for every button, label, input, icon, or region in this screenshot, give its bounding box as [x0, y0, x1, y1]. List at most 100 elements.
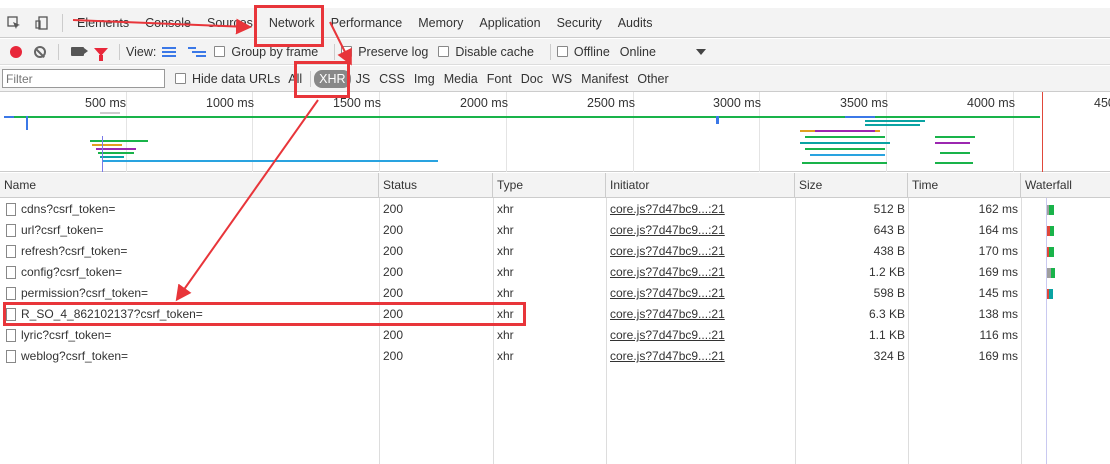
request-type: xhr: [497, 265, 514, 279]
column-header-status[interactable]: Status: [379, 173, 493, 198]
file-icon: [6, 350, 16, 363]
clear-button[interactable]: [28, 41, 52, 63]
filter-toggle-button[interactable]: [89, 41, 113, 63]
request-time: 116 ms: [979, 328, 1018, 342]
tab-audits[interactable]: Audits: [610, 8, 661, 38]
throttling-select[interactable]: Online: [620, 45, 656, 59]
filter-icon: [94, 47, 108, 61]
tab-elements[interactable]: Elements: [69, 8, 137, 38]
overview-bar: [92, 144, 122, 146]
preserve-log-checkbox[interactable]: Preserve log: [341, 45, 428, 59]
overview-bar: [100, 156, 124, 158]
request-initiator[interactable]: core.js?7d47bc9...:21: [610, 325, 790, 346]
timeline-tick: 1000 ms: [206, 96, 254, 110]
tab-performance[interactable]: Performance: [323, 8, 411, 38]
tab-console[interactable]: Console: [137, 8, 199, 38]
overview-bar: [802, 162, 887, 164]
filter-type-media[interactable]: Media: [440, 71, 482, 87]
request-size: 643 B: [873, 223, 905, 237]
column-header-waterfall[interactable]: Waterfall: [1021, 173, 1110, 198]
request-name: lyric?csrf_token=: [21, 328, 112, 342]
overview-bar: [940, 152, 970, 154]
overview-bar: [810, 154, 885, 156]
request-name: url?csrf_token=: [21, 223, 104, 237]
devtools-tab-bar: Elements Console Sources Network Perform…: [0, 8, 1110, 38]
toolbar-separator: [549, 43, 551, 60]
device-toolbar-icon[interactable]: [28, 9, 56, 37]
request-type: xhr: [497, 244, 514, 258]
timeline-tick: 2500 ms: [587, 96, 635, 110]
table-row[interactable]: cdns?csrf_token= 200 xhr core.js?7d47bc9...…: [0, 199, 1110, 220]
hide-data-urls-label: Hide data URLs: [192, 71, 281, 86]
request-type: xhr: [497, 349, 514, 363]
view-label: View:: [126, 44, 157, 59]
inspect-element-icon[interactable]: [0, 9, 28, 37]
request-name: refresh?csrf_token=: [21, 244, 128, 258]
table-row[interactable]: weblog?csrf_token= 200 xhr core.js?7d47bc9.…: [0, 346, 1110, 367]
overview-bar: [716, 116, 719, 124]
filter-type-img[interactable]: Img: [410, 71, 439, 87]
request-initiator[interactable]: core.js?7d47bc9...:21: [610, 262, 790, 283]
table-row[interactable]: permission?csrf_token= 200 xhr core.js?7d47…: [0, 283, 1110, 304]
request-size: 438 B: [873, 244, 905, 258]
request-type: xhr: [497, 286, 514, 300]
table-row[interactable]: url?csrf_token= 200 xhr core.js?7d47bc9...:…: [0, 220, 1110, 241]
toolbar-separator: [334, 43, 336, 60]
throttling-dropdown-icon[interactable]: [695, 48, 706, 55]
hide-data-urls-checkbox[interactable]: Hide data URLs: [175, 72, 280, 86]
request-initiator[interactable]: core.js?7d47bc9...:21: [610, 283, 790, 304]
request-size: 512 B: [873, 202, 905, 216]
column-header-name[interactable]: Name: [0, 173, 379, 198]
request-time: 169 ms: [978, 265, 1018, 279]
column-header-size[interactable]: Size: [795, 173, 908, 198]
filter-type-css[interactable]: CSS: [375, 71, 409, 87]
disable-cache-checkbox[interactable]: Disable cache: [438, 45, 534, 59]
filter-type-js[interactable]: JS: [352, 71, 375, 87]
request-status: 200: [383, 244, 404, 258]
filter-type-font[interactable]: Font: [483, 71, 516, 87]
tab-application[interactable]: Application: [471, 8, 548, 38]
tab-sources[interactable]: Sources: [199, 8, 261, 38]
record-button[interactable]: [4, 41, 28, 63]
waterfall-bar: [1049, 247, 1054, 257]
filter-type-other[interactable]: Other: [633, 71, 672, 87]
filter-type-manifest[interactable]: Manifest: [577, 71, 632, 87]
request-initiator[interactable]: core.js?7d47bc9...:21: [610, 220, 790, 241]
file-icon: [6, 245, 16, 258]
timeline-overview[interactable]: 500 ms 1000 ms 1500 ms 2000 ms 2500 ms 3…: [0, 92, 1110, 172]
timeline-tick: 3000 ms: [713, 96, 761, 110]
timeline-tick: 3500 ms: [840, 96, 888, 110]
table-row[interactable]: refresh?csrf_token= 200 xhr core.js?7d47bc9…: [0, 241, 1110, 262]
request-initiator[interactable]: core.js?7d47bc9...:21: [610, 199, 790, 220]
request-status: 200: [383, 202, 404, 216]
table-row[interactable]: lyric?csrf_token= 200 xhr core.js?7d47bc9..…: [0, 325, 1110, 346]
annotation-box-request-row: [3, 302, 526, 326]
toolbar-separator: [119, 43, 120, 60]
filter-type-ws[interactable]: WS: [548, 71, 576, 87]
request-type: xhr: [497, 223, 514, 237]
request-initiator[interactable]: core.js?7d47bc9...:21: [610, 346, 790, 367]
column-header-initiator[interactable]: Initiator: [606, 173, 795, 198]
overview-icon[interactable]: [188, 46, 207, 57]
request-name: cdns?csrf_token=: [21, 202, 116, 216]
request-initiator[interactable]: core.js?7d47bc9...:21: [610, 241, 790, 262]
request-initiator[interactable]: core.js?7d47bc9...:21: [610, 304, 790, 325]
column-header-type[interactable]: Type: [493, 173, 606, 198]
capture-screenshots-button[interactable]: [65, 41, 89, 63]
toolbar-separator: [58, 43, 59, 60]
table-row[interactable]: config?csrf_token= 200 xhr core.js?7d47bc9.…: [0, 262, 1110, 283]
annotation-box-network-tab: [254, 5, 324, 47]
overview-bar: [100, 112, 120, 114]
overview-bar: [815, 130, 875, 132]
request-type: xhr: [497, 328, 514, 342]
tab-memory[interactable]: Memory: [410, 8, 471, 38]
filter-input[interactable]: [2, 69, 165, 88]
column-header-time[interactable]: Time: [908, 173, 1021, 198]
clear-icon: [34, 45, 46, 58]
tab-security[interactable]: Security: [549, 8, 610, 38]
filter-type-doc[interactable]: Doc: [517, 71, 547, 87]
overview-bar: [800, 142, 890, 144]
offline-checkbox[interactable]: Offline: [556, 45, 610, 59]
large-rows-icon[interactable]: [162, 46, 180, 57]
timeline-tick: 2000 ms: [460, 96, 508, 110]
